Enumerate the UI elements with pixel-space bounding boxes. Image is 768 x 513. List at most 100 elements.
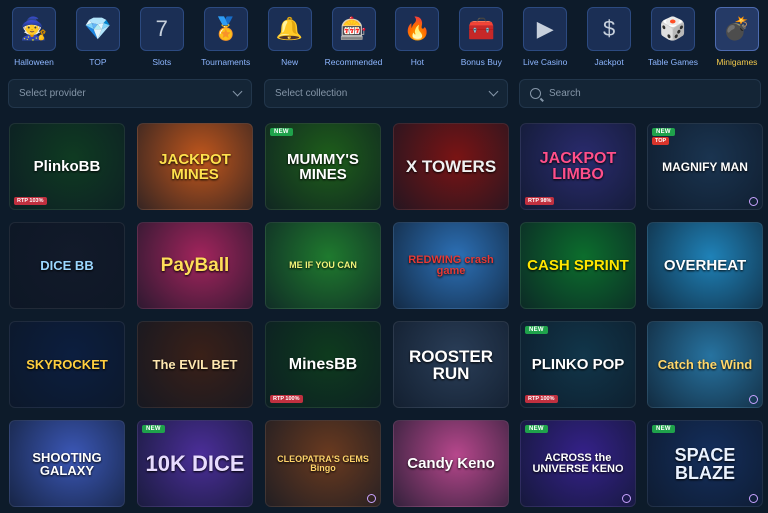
game-card[interactable]: Catch the Wind — [647, 321, 763, 408]
game-card[interactable]: SPACE BLAZE NEW — [647, 420, 763, 507]
category-label: Table Games — [647, 57, 699, 67]
bomb-icon: 💣 — [714, 7, 759, 51]
game-card[interactable]: 10K DICE NEW — [137, 420, 253, 507]
game-card[interactable]: ROOSTER RUN — [393, 321, 509, 408]
game-card[interactable]: The EVIL BET — [137, 321, 253, 408]
game-card[interactable]: CLEOPATRA'S GEMS Bingo — [265, 420, 381, 507]
game-title: JACKPOT MINES — [159, 150, 231, 183]
rtp-badge: RTP 100% — [270, 395, 303, 403]
game-title: ACROSS the UNIVERSE KENO — [532, 451, 624, 475]
chevron-down-icon — [488, 86, 499, 97]
category-hot[interactable]: 🔥 Hot — [384, 5, 450, 69]
info-icon[interactable] — [367, 494, 376, 503]
game-title: JACKPOT LIMBO — [539, 149, 617, 183]
search-input[interactable]: Search — [519, 79, 761, 108]
game-card[interactable]: MAGNIFY MAN NEW TOP — [647, 123, 763, 210]
info-icon[interactable] — [622, 494, 631, 503]
info-icon[interactable] — [749, 197, 758, 206]
category-label: Tournaments — [201, 57, 251, 67]
category-tournaments[interactable]: 🏅 Tournaments — [193, 5, 259, 69]
game-card[interactable]: PLINKO POP NEW RTP 100% — [520, 321, 636, 408]
info-icon[interactable] — [749, 494, 758, 503]
game-card[interactable]: PayBall — [137, 222, 253, 309]
game-title: X TOWERS — [405, 157, 497, 176]
game-card[interactable]: MinesBB RTP 100% — [265, 321, 381, 408]
category-halloween[interactable]: 🧙 Halloween — [1, 5, 67, 69]
category-bonus-buy[interactable]: 🧰 Bonus Buy — [448, 5, 514, 69]
category-label: Slots — [152, 57, 172, 67]
game-title: ROOSTER RUN — [408, 346, 494, 383]
new-badge: NEW — [142, 425, 165, 433]
category-label: Live Casino — [522, 57, 568, 67]
category-label: Bonus Buy — [460, 57, 502, 67]
game-card[interactable]: ACROSS the UNIVERSE KENO NEW — [520, 420, 636, 507]
category-live-casino[interactable]: ▶ Live Casino — [512, 5, 578, 69]
category-minigames[interactable]: 💣 Minigames — [704, 5, 768, 69]
provider-select-label: Select provider — [19, 88, 86, 99]
game-title: 10K DICE — [145, 450, 245, 476]
game-title: Catch the Wind — [657, 357, 753, 372]
provider-select[interactable]: Select provider — [8, 79, 252, 108]
category-top[interactable]: 💎 TOP — [65, 5, 131, 69]
category-label: Jackpot — [594, 57, 624, 67]
seven-icon: 7 — [139, 7, 184, 51]
game-card[interactable]: DICE BB — [9, 222, 125, 309]
game-card[interactable]: JACKPOT LIMBO RTP 98% — [520, 123, 636, 210]
category-table-games[interactable]: 🎲 Table Games — [640, 5, 706, 69]
medal-icon: 🏅 — [203, 7, 248, 51]
game-title: MAGNIFY MAN — [662, 159, 748, 174]
game-card[interactable]: PlinkoBB RTP 103% — [9, 123, 125, 210]
game-card[interactable]: ME IF YOU CAN — [265, 222, 381, 309]
game-title: PayBall — [160, 255, 230, 276]
game-card[interactable]: Candy Keno — [393, 420, 509, 507]
new-badge: NEW — [525, 425, 548, 433]
chevron-down-icon — [232, 86, 243, 97]
new-badge: NEW — [270, 128, 293, 136]
game-title: ME IF YOU CAN — [289, 260, 357, 270]
category-bar: 🧙 Halloween 💎 TOP 7 Slots 🏅 Tournaments 🔔 New 🎰 Rec… — [0, 0, 768, 72]
category-label: New — [281, 57, 299, 67]
game-title: SKYROCKET — [26, 357, 108, 372]
collection-select-label: Select collection — [275, 88, 348, 99]
game-title: CASH SPRINT — [527, 257, 629, 274]
game-card[interactable]: X TOWERS — [393, 123, 509, 210]
game-card[interactable]: OVERHEAT — [647, 222, 763, 309]
info-icon[interactable] — [749, 395, 758, 404]
rtp-badge: RTP 100% — [525, 395, 558, 403]
game-card[interactable]: CASH SPRINT — [520, 222, 636, 309]
game-card[interactable]: REDWING crash game — [393, 222, 509, 309]
game-title: SPACE BLAZE — [674, 444, 736, 483]
game-card[interactable]: SKYROCKET — [9, 321, 125, 408]
game-title: MUMMY'S MINES — [287, 150, 359, 183]
category-label: Recommended — [324, 57, 383, 67]
diamond-icon: 💎 — [75, 7, 120, 51]
category-new[interactable]: 🔔 New — [257, 5, 323, 69]
search-placeholder: Search — [549, 88, 581, 99]
game-title: Candy Keno — [407, 455, 495, 472]
game-card[interactable]: MUMMY'S MINES NEW — [265, 123, 381, 210]
game-title: CLEOPATRA'S GEMS Bingo — [277, 453, 369, 473]
game-card[interactable]: SHOOTING GALAXY — [9, 420, 125, 507]
category-slots[interactable]: 7 Slots — [129, 5, 195, 69]
game-title: DICE BB — [40, 258, 94, 273]
fire-icon: 🔥 — [395, 7, 440, 51]
treasure-chest-icon: 🧰 — [459, 7, 504, 51]
collection-select[interactable]: Select collection — [264, 79, 508, 108]
game-card[interactable]: JACKPOT MINES — [137, 123, 253, 210]
play-icon: ▶ — [523, 7, 568, 51]
game-title: OVERHEAT — [663, 257, 747, 274]
category-jackpot[interactable]: $ Jackpot — [576, 5, 642, 69]
category-recommended[interactable]: 🎰 Recommended — [321, 5, 387, 69]
rtp-badge: RTP 103% — [14, 197, 47, 205]
top-badge: TOP — [652, 137, 670, 145]
witch-hat-icon: 🧙 — [12, 7, 56, 51]
category-label: Halloween — [14, 57, 54, 67]
category-label: Hot — [410, 57, 424, 67]
dice-icon: 🎲 — [651, 7, 695, 51]
game-title: PlinkoBB — [33, 158, 101, 175]
rtp-badge: RTP 98% — [525, 197, 555, 205]
category-label: Minigames — [716, 57, 758, 67]
slot-machine-icon: 🎰 — [331, 7, 376, 51]
new-badge: NEW — [525, 326, 548, 334]
game-title: REDWING crash game — [408, 253, 494, 277]
